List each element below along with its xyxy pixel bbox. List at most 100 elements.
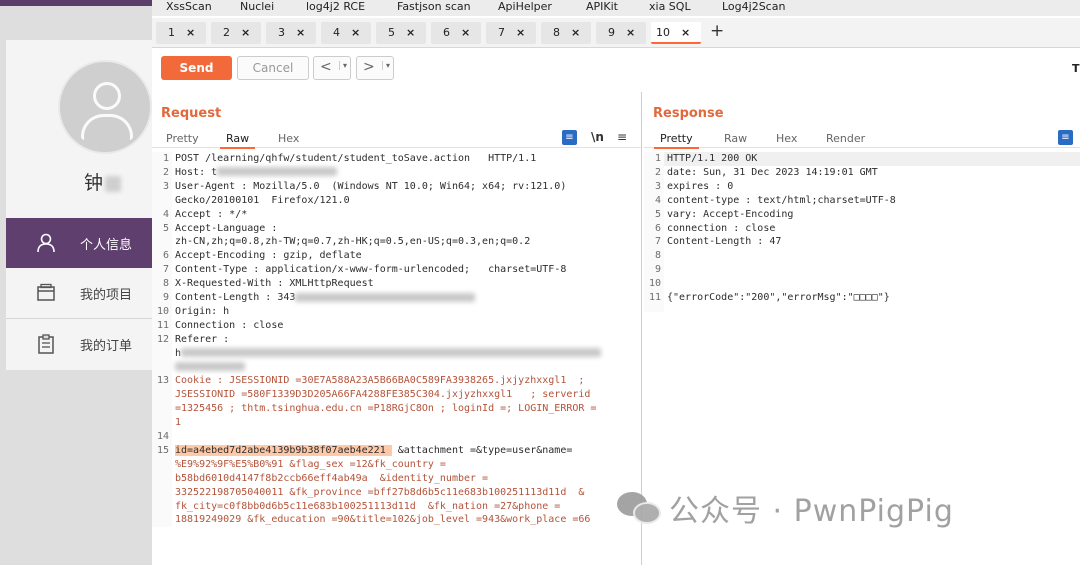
target-label[interactable]: T [1072, 62, 1080, 75]
repeater-tab-10[interactable]: 10 × [651, 22, 701, 44]
tab-pretty[interactable]: Pretty [160, 132, 205, 147]
line-number: 9 [162, 292, 169, 303]
line-number: 4 [162, 208, 169, 220]
code-line: id=a4ebed7d2abe4139b9b38f07aeb4e221 &att… [175, 444, 573, 456]
dropdown-arrow-icon[interactable]: ▾ [382, 61, 390, 70]
ext-tab-xia-sql[interactable]: xia SQL [649, 0, 691, 13]
repeater-tab-6[interactable]: 6 × [431, 22, 481, 44]
line-number: 2 [654, 166, 661, 178]
format-icon[interactable]: ≡ [1058, 130, 1073, 145]
close-icon[interactable]: × [681, 26, 690, 39]
line-number: 5 [654, 208, 661, 220]
line-number: 12 [156, 333, 169, 345]
repeater-tab-8[interactable]: 8 × [541, 22, 591, 44]
wechat-logo-icon [617, 490, 663, 526]
ext-tab-nuclei[interactable]: Nuclei [240, 0, 274, 13]
line-number: 3 [654, 180, 661, 192]
tab-raw[interactable]: Raw [718, 132, 753, 147]
tab-number: 9 [608, 26, 615, 39]
tab-render[interactable]: Render [820, 132, 871, 147]
ext-tab-fastjson[interactable]: Fastjson scan [397, 0, 471, 13]
clipboard-icon [38, 334, 54, 354]
ext-tab-apikit[interactable]: APIKit [586, 0, 618, 13]
code-line: vary: Accept-Encoding [667, 208, 794, 220]
newline-toggle-icon[interactable]: \n [591, 130, 604, 144]
repeater-tab-3[interactable]: 3 × [266, 22, 316, 44]
tab-number: 8 [553, 26, 560, 39]
chevron-left-icon: < [320, 59, 332, 75]
close-icon[interactable]: × [186, 26, 195, 39]
menu-icon[interactable]: ≡ [617, 130, 627, 144]
line-number: 6 [654, 222, 661, 234]
menu-item-orders[interactable]: 我的订单 [6, 319, 160, 369]
code-line: Gecko/20100101 Firefox/121.0 [175, 194, 350, 206]
repeater-toolbar: Send Cancel < ▾ > ▾ T [152, 50, 1080, 86]
tab-number: 3 [278, 26, 285, 39]
code-line: Connection : close [175, 319, 284, 331]
avatar-body-icon [81, 114, 133, 140]
code-line: Cookie : JSESSIONID =30E7A588A23A5B66BA0… [175, 375, 585, 387]
response-title: Response [653, 106, 724, 121]
line-number: 6 [162, 250, 169, 262]
ext-tab-apihelper[interactable]: ApiHelper [498, 0, 552, 13]
tab-raw[interactable]: Raw [220, 132, 256, 149]
close-icon[interactable]: × [296, 26, 305, 39]
code-line: X-Requested-With : XMLHttpRequest [175, 278, 374, 290]
background-app: 钟 个人信息 我的项目 我的订单 [0, 0, 160, 565]
line-number: 9 [654, 264, 661, 276]
line-number: 15 [156, 444, 169, 456]
menu-item-label: 个人信息 [80, 237, 133, 253]
profile-username: 钟 [84, 168, 122, 195]
code-line: Content-Length : 343 [175, 291, 476, 305]
ext-tab-log4j2scan[interactable]: Log4j2Scan [722, 0, 785, 13]
menu-item-profile[interactable]: 个人信息 [6, 218, 160, 268]
code-line: fk_city=c0f8bb0d6b5c11e683b100251113d11d… [175, 500, 561, 512]
menu-item-label: 我的项目 [80, 287, 133, 303]
close-icon[interactable]: × [241, 26, 250, 39]
close-icon[interactable]: × [406, 26, 415, 39]
repeater-tab-1[interactable]: 1 × [156, 22, 206, 44]
code-line: expires : 0 [667, 180, 734, 192]
close-icon[interactable]: × [351, 26, 360, 39]
dropdown-arrow-icon[interactable]: ▾ [339, 61, 347, 70]
line-number: 11 [156, 319, 169, 331]
send-button[interactable]: Send [161, 56, 232, 80]
close-icon[interactable]: × [516, 26, 525, 39]
avatar-head-icon [93, 82, 121, 110]
code-line: connection : close [667, 222, 776, 234]
watermark: 公众号 · PwnPigPig [617, 488, 954, 529]
ext-tab-xssscan[interactable]: XssScan [166, 0, 212, 13]
line-gutter: 1 2 3 4 5 6 7 8 9 10 11 [644, 152, 664, 312]
chevron-right-icon: > [363, 59, 375, 75]
tab-number: 6 [443, 26, 450, 39]
ext-tab-log4j2-rce[interactable]: log4j2 RCE [306, 0, 365, 13]
tab-pretty[interactable]: Pretty [654, 132, 699, 149]
repeater-tab-7[interactable]: 7 × [486, 22, 536, 44]
code-line: =1325456 ; thtm.tsinghua.edu.cn =P18RGjC… [175, 403, 597, 415]
line-number: 1 [654, 153, 661, 164]
line-number: 7 [654, 236, 661, 248]
code-line: Referer : [175, 333, 230, 345]
code-line: 1 [175, 417, 182, 429]
repeater-tab-4[interactable]: 4 × [321, 22, 371, 44]
repeater-tab-9[interactable]: 9 × [596, 22, 646, 44]
redacted-name [105, 175, 122, 192]
close-icon[interactable]: × [626, 26, 635, 39]
line-number: 2 [162, 166, 169, 178]
history-forward-button[interactable]: > ▾ [356, 56, 394, 80]
code-line: User-Agent : Mozilla/5.0 (Windows NT 10.… [175, 180, 567, 192]
close-icon[interactable]: × [461, 26, 470, 39]
close-icon[interactable]: × [571, 26, 580, 39]
folder-icon [37, 283, 55, 301]
cancel-button[interactable]: Cancel [237, 56, 309, 80]
line-number: 5 [162, 222, 169, 234]
watermark-text: 公众号 · PwnPigPig [669, 494, 954, 529]
add-tab-icon[interactable]: + [710, 21, 724, 41]
format-icon[interactable]: ≡ [562, 130, 577, 145]
menu-item-projects[interactable]: 我的项目 [6, 268, 160, 318]
history-back-button[interactable]: < ▾ [313, 56, 351, 80]
tab-hex[interactable]: Hex [770, 132, 803, 147]
repeater-tab-5[interactable]: 5 × [376, 22, 426, 44]
repeater-tab-2[interactable]: 2 × [211, 22, 261, 44]
tab-hex[interactable]: Hex [272, 132, 305, 147]
